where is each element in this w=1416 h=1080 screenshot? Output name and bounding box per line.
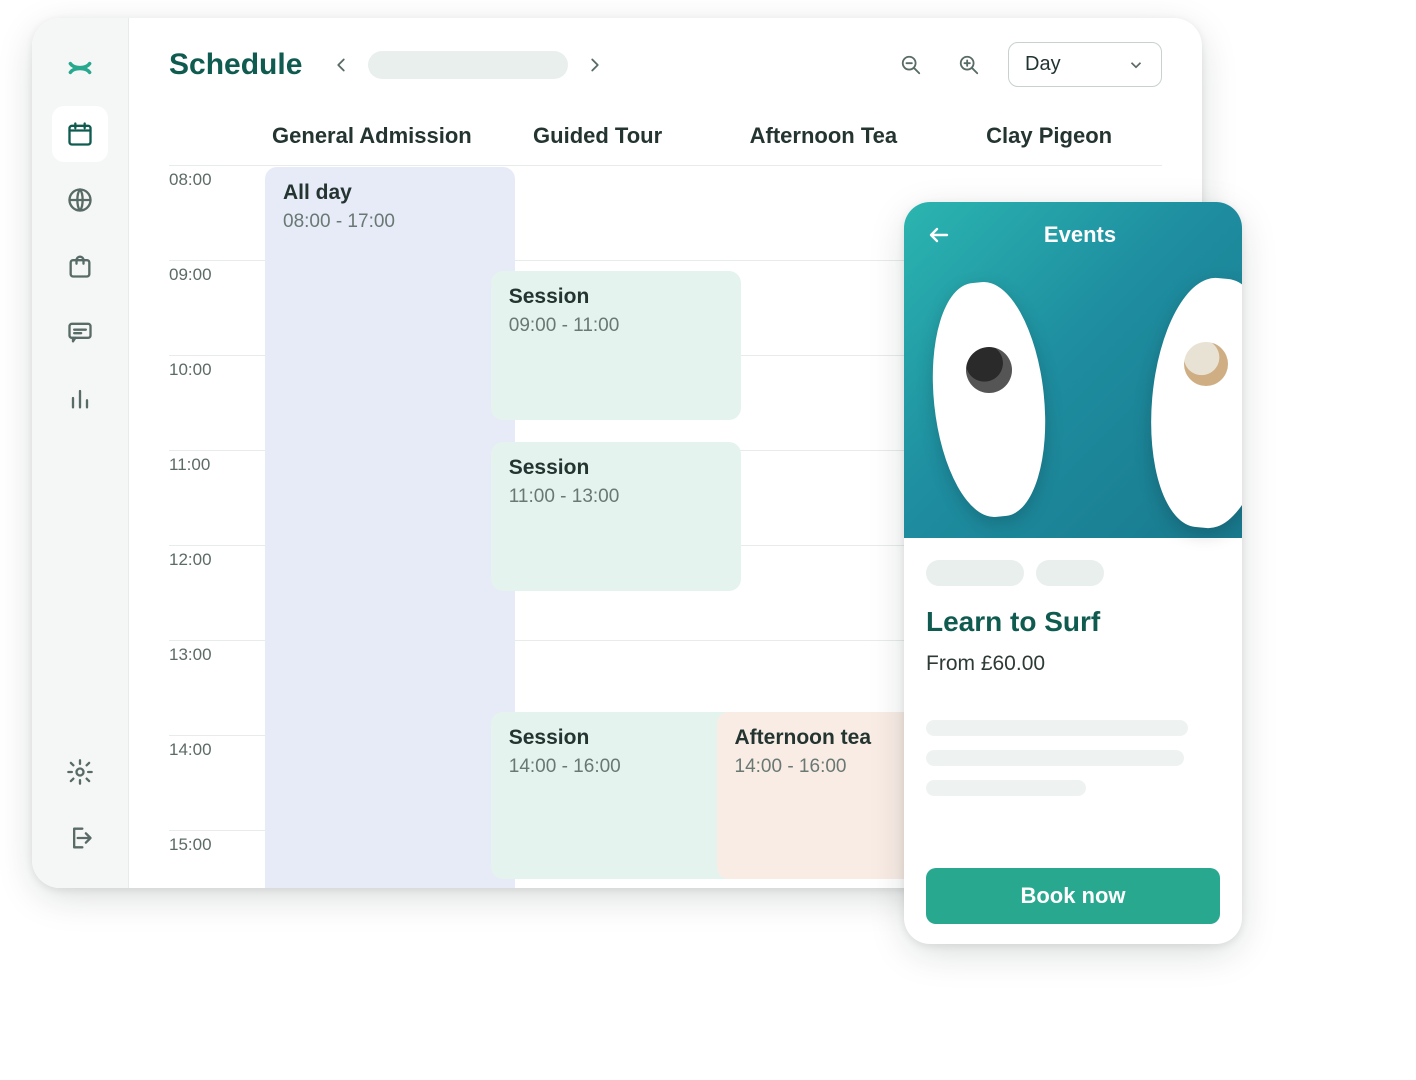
arrow-left-icon	[927, 223, 951, 247]
nav-logout[interactable]	[52, 810, 108, 866]
nav-logo[interactable]	[52, 40, 108, 96]
surfboard-graphic	[922, 277, 1056, 522]
page-title: Schedule	[169, 48, 302, 82]
nav-messages[interactable]	[52, 304, 108, 360]
zoom-out-button[interactable]	[892, 46, 930, 84]
nav-shop[interactable]	[52, 238, 108, 294]
view-select[interactable]: Day	[1008, 42, 1162, 87]
schedule-event[interactable]: All day 08:00 - 17:00	[265, 167, 515, 888]
grid-cell[interactable]	[711, 450, 937, 541]
surfboard-graphic	[1141, 273, 1242, 533]
book-now-button[interactable]: Book now	[926, 868, 1220, 924]
date-range-pill[interactable]	[368, 51, 568, 79]
description-skeleton	[926, 720, 1220, 796]
event-time: 08:00 - 17:00	[283, 211, 497, 233]
mobile-body: Learn to Surf From £60.00 Book now	[904, 538, 1242, 944]
tag-pill	[1036, 560, 1104, 586]
column-headers: General AdmissionGuided TourAfternoon Te…	[169, 105, 1162, 165]
grid-cell[interactable]	[711, 165, 937, 256]
nav-calendar[interactable]	[52, 106, 108, 162]
chevron-down-icon	[1127, 56, 1145, 74]
zoom-in-button[interactable]	[950, 46, 988, 84]
event-hero-image: Events	[904, 202, 1242, 538]
mobile-header-title: Events	[970, 222, 1190, 248]
skeleton-line	[926, 780, 1086, 796]
event-title: Session	[509, 456, 723, 480]
column-header: Guided Tour	[485, 105, 711, 165]
zoom-in-icon	[958, 54, 980, 76]
column-header: Clay Pigeon	[936, 105, 1162, 165]
chevron-right-icon	[584, 54, 606, 76]
person-graphic	[1184, 342, 1228, 386]
time-label: 08:00	[169, 165, 259, 260]
side-nav	[32, 18, 129, 888]
column-header: General Admission	[259, 105, 485, 165]
calendar-icon	[66, 120, 94, 148]
time-label: 12:00	[169, 545, 259, 640]
time-label: 10:00	[169, 355, 259, 450]
time-label: 14:00	[169, 735, 259, 830]
schedule-event[interactable]: Session 09:00 - 11:00	[491, 271, 741, 420]
logout-icon	[66, 824, 94, 852]
skeleton-line	[926, 720, 1188, 736]
event-time: 09:00 - 11:00	[509, 315, 723, 337]
nav-settings[interactable]	[52, 744, 108, 800]
event-price: From £60.00	[926, 652, 1220, 676]
event-title: All day	[283, 181, 497, 205]
column-header: Afternoon Tea	[711, 105, 937, 165]
chevron-left-icon	[330, 54, 352, 76]
grid-cell[interactable]	[711, 260, 937, 351]
top-bar: Schedule Day	[129, 18, 1202, 99]
tag-row	[926, 560, 1220, 586]
message-icon	[66, 318, 94, 346]
globe-icon	[66, 186, 94, 214]
schedule-event[interactable]: Session 11:00 - 13:00	[491, 442, 741, 591]
date-nav	[322, 46, 614, 84]
time-label: 13:00	[169, 640, 259, 735]
prev-button[interactable]	[322, 46, 360, 84]
bar-chart-icon	[66, 384, 94, 412]
bag-icon	[66, 252, 94, 280]
time-label: 11:00	[169, 450, 259, 545]
event-time: 14:00 - 16:00	[509, 756, 723, 778]
time-label: 15:00	[169, 830, 259, 888]
logo-icon	[66, 54, 94, 82]
nav-analytics[interactable]	[52, 370, 108, 426]
time-label: 09:00	[169, 260, 259, 355]
zoom-out-icon	[900, 54, 922, 76]
schedule-event[interactable]: Session 14:00 - 16:00	[491, 712, 741, 879]
gear-icon	[66, 758, 94, 786]
back-button[interactable]	[922, 218, 956, 252]
view-select-label: Day	[1025, 53, 1061, 76]
event-title: Session	[509, 726, 723, 750]
grid-cell[interactable]	[711, 545, 937, 636]
event-title: Learn to Surf	[926, 606, 1220, 638]
skeleton-line	[926, 750, 1184, 766]
event-time: 11:00 - 13:00	[509, 486, 723, 508]
grid-cell[interactable]	[711, 355, 937, 446]
tag-pill	[926, 560, 1024, 586]
person-graphic	[966, 347, 1012, 393]
nav-globe[interactable]	[52, 172, 108, 228]
mobile-event-preview: Events Learn to Surf From £60.00 Book no…	[904, 202, 1242, 944]
grid-cell[interactable]	[485, 165, 711, 256]
mobile-header: Events	[904, 202, 1242, 268]
next-button[interactable]	[576, 46, 614, 84]
event-title: Session	[509, 285, 723, 309]
